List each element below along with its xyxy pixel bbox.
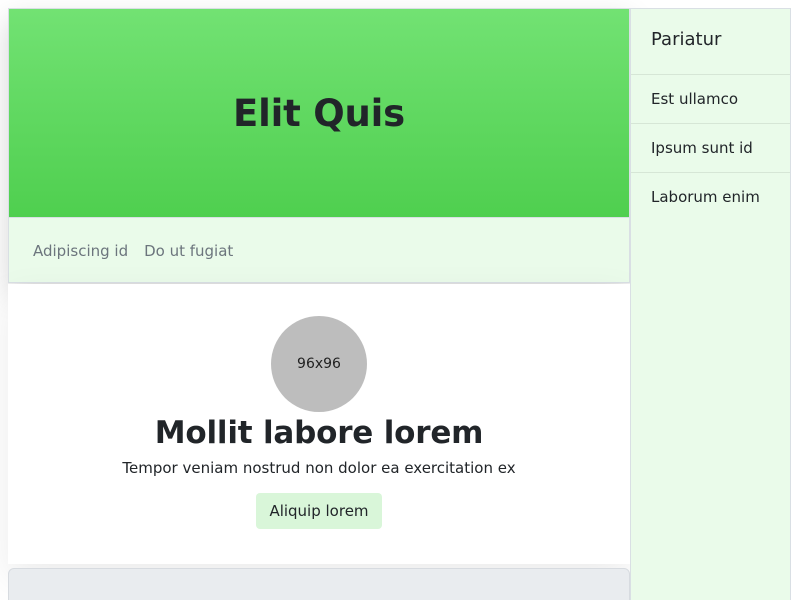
aliquip-lorem-button[interactable]: Aliquip lorem — [256, 493, 382, 529]
sidebar-item-ipsum-sunt-id[interactable]: Ipsum sunt id — [631, 123, 790, 172]
sidebar-title: Pariatur — [651, 29, 722, 50]
avatar-placeholder: 96x96 — [271, 316, 367, 412]
sidebar: Pariatur Est ullamco Ipsum sunt id Labor… — [630, 8, 791, 600]
sidebar-item-est-ullamco[interactable]: Est ullamco — [631, 74, 790, 123]
bottom-card — [8, 568, 630, 600]
hero-banner: Elit Quis — [9, 9, 629, 218]
profile-title: Mollit labore lorem — [154, 415, 484, 451]
page: Elit Quis Adipiscing id Do ut fugiat 96x… — [0, 0, 800, 600]
header-card: Elit Quis Adipiscing id Do ut fugiat — [8, 8, 630, 283]
hero-title: Elit Quis — [233, 91, 405, 135]
nav-link-adipiscing-id[interactable]: Adipiscing id — [33, 242, 128, 260]
profile-subtitle: Tempor veniam nostrud non dolor ea exerc… — [122, 459, 516, 477]
sidebar-item-laborum-enim[interactable]: Laborum enim — [631, 172, 790, 221]
nav-link-do-ut-fugiat[interactable]: Do ut fugiat — [144, 242, 233, 260]
avatar-label: 96x96 — [297, 356, 341, 372]
profile-section: 96x96 Mollit labore lorem Tempor veniam … — [8, 284, 630, 564]
header-nav: Adipiscing id Do ut fugiat — [9, 218, 629, 283]
